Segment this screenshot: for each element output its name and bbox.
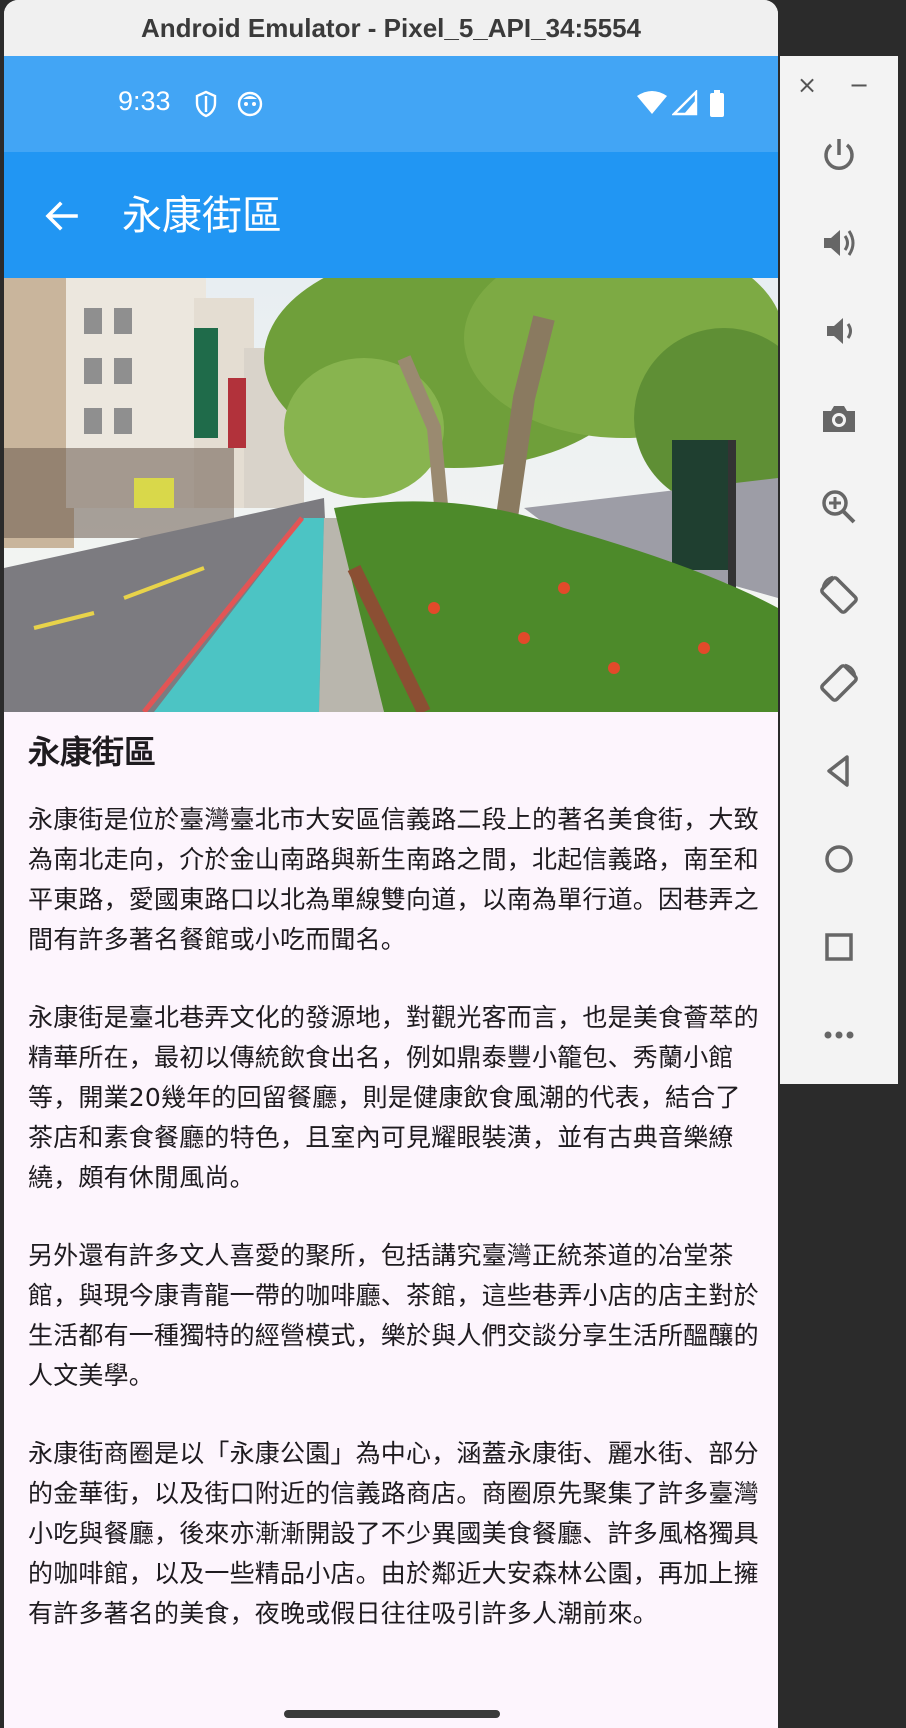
status-bar: 9:33 xyxy=(4,56,778,152)
home-indicator[interactable] xyxy=(284,1710,500,1718)
status-time: 9:33 xyxy=(118,86,171,116)
overview-icon[interactable] xyxy=(804,912,874,982)
assistant-icon xyxy=(236,90,264,122)
hero-image xyxy=(4,278,778,712)
phone-screen: 9:33 永康街區 永康街區 永康街是位於臺灣臺北市大安區信義路二段上的著名美食… xyxy=(4,56,778,1728)
article-paragraph: 永康街是臺北巷弄文化的發源地，對觀光客而言，也是美食薈萃的精華所在，最初以傳統飲… xyxy=(28,1003,759,1192)
rotate-left-icon[interactable] xyxy=(804,560,874,630)
camera-icon[interactable] xyxy=(804,384,874,454)
minimize-icon[interactable]: − xyxy=(844,70,874,100)
wifi-icon xyxy=(636,90,668,120)
back-arrow-icon[interactable] xyxy=(34,188,90,244)
article-content: 永康街區 永康街是位於臺灣臺北市大安區信義路二段上的著名美食街，大致為南北走向，… xyxy=(28,728,762,1672)
volume-down-icon[interactable] xyxy=(804,296,874,366)
shield-icon xyxy=(194,90,218,122)
close-icon[interactable]: × xyxy=(792,70,822,100)
article-paragraph: 永康街商圈是以「永康公園」為中心，涵蓋永康街、麗水街、部分的金華街，以及街口附近… xyxy=(28,1439,759,1628)
zoom-icon[interactable] xyxy=(804,472,874,542)
more-icon[interactable] xyxy=(804,1000,874,1070)
article-paragraph: 永康街是位於臺灣臺北市大安區信義路二段上的著名美食街，大致為南北走向，介於金山南… xyxy=(28,805,759,954)
home-icon[interactable] xyxy=(804,824,874,894)
article-heading: 永康街區 xyxy=(28,733,157,771)
emulator-side-toolbar: × − xyxy=(780,56,898,1084)
power-icon[interactable] xyxy=(804,120,874,190)
app-bar: 永康街區 xyxy=(4,152,778,278)
rotate-right-icon[interactable] xyxy=(804,648,874,718)
volume-up-icon[interactable] xyxy=(804,208,874,278)
battery-icon xyxy=(708,90,726,122)
emulator-window: Android Emulator - Pixel_5_API_34:5554 9… xyxy=(4,0,778,1728)
app-bar-title: 永康街區 xyxy=(122,193,282,239)
back-icon[interactable] xyxy=(804,736,874,806)
cell-signal-icon xyxy=(671,89,698,120)
window-title: Android Emulator - Pixel_5_API_34:5554 xyxy=(4,0,778,56)
article-paragraph: 另外還有許多文人喜愛的聚所，包括講究臺灣正統茶道的冶堂茶館，與現今康青龍一帶的咖… xyxy=(28,1241,759,1390)
